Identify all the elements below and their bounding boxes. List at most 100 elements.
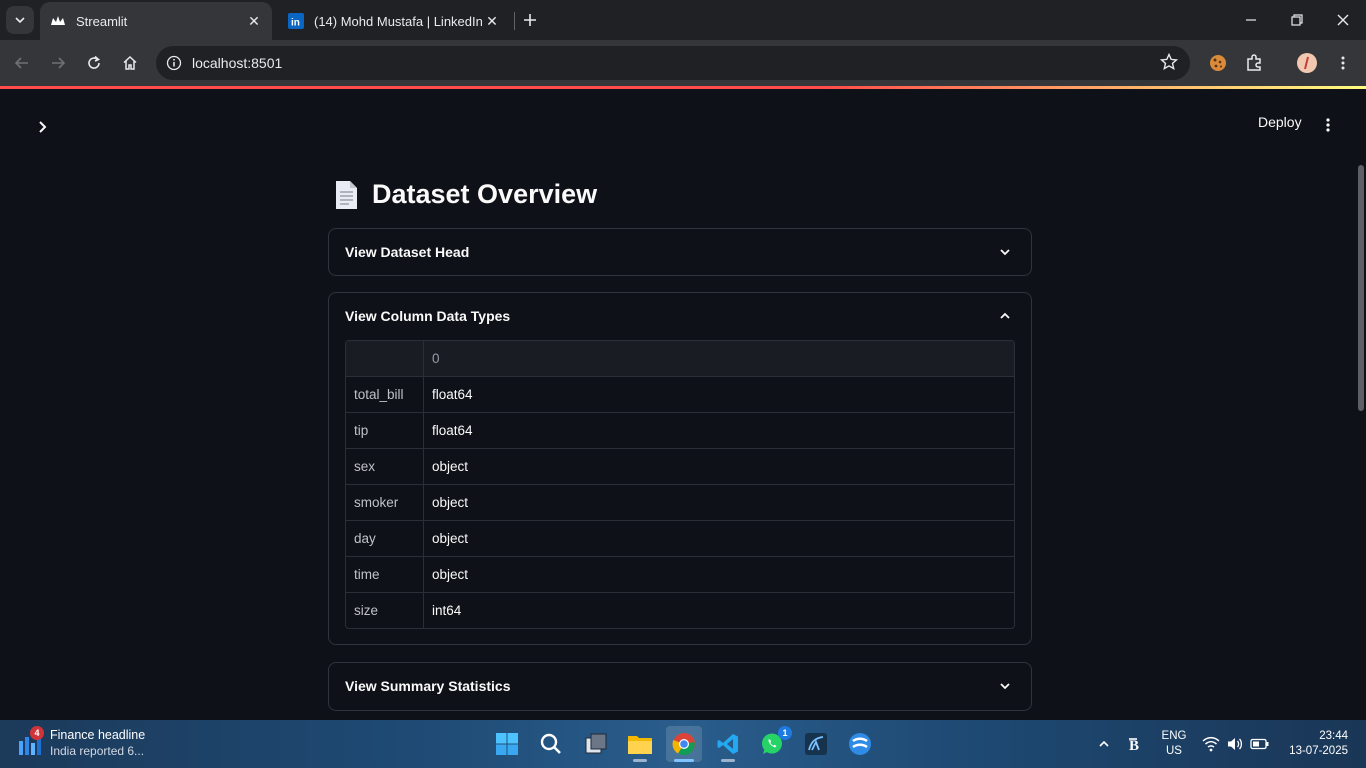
tab-search-button[interactable]	[6, 6, 34, 34]
profile-avatar-icon[interactable]	[1295, 51, 1319, 75]
app-button[interactable]	[842, 726, 878, 762]
cell-value[interactable]: float64	[424, 377, 1014, 412]
tab-title: Streamlit	[76, 13, 128, 29]
table-row: day object	[346, 521, 1014, 557]
vscode-icon	[717, 734, 738, 754]
browser-menu-icon[interactable]	[1331, 51, 1355, 75]
table-row: size int64	[346, 593, 1014, 628]
news-widget[interactable]: 4 Finance headline India reported 6...	[18, 726, 178, 762]
main-menu-button[interactable]	[1316, 113, 1340, 137]
tab-title: (14) Mohd Mustafa | LinkedIn	[314, 13, 482, 29]
kebab-menu-icon	[1326, 118, 1330, 132]
wifi-icon[interactable]	[1201, 734, 1221, 754]
vscode-button[interactable]	[710, 726, 746, 762]
column-header[interactable]: 0	[424, 341, 1014, 376]
chrome-icon	[672, 733, 695, 756]
expander-summary-statistics: View Summary Statistics	[328, 662, 1032, 711]
restore-icon	[1291, 14, 1303, 26]
expander-column-data-types: View Column Data Types 0 total_bill floa…	[328, 292, 1032, 645]
expander-label: View Dataset Head	[345, 244, 470, 260]
task-view-icon	[585, 733, 607, 754]
reload-icon	[88, 55, 100, 69]
cell-value[interactable]: object	[424, 557, 1014, 592]
plus-icon	[524, 14, 536, 26]
battery-icon[interactable]	[1250, 734, 1270, 754]
system-clock[interactable]: 23:44 13-07-2025	[1282, 729, 1348, 759]
cookie-extension-icon[interactable]	[1206, 51, 1230, 75]
show-hidden-icons-button[interactable]	[1094, 734, 1114, 754]
linkedin-icon: in	[288, 13, 304, 29]
restore-button[interactable]	[1274, 0, 1320, 40]
dtypes-dataframe[interactable]: 0 total_bill float64 tip float64 sex obj…	[345, 340, 1015, 629]
address-bar[interactable]: localhost:8501	[156, 46, 1190, 80]
chevron-up-icon	[1099, 740, 1109, 747]
page-scrollbar[interactable]	[1358, 165, 1364, 411]
table-row: time object	[346, 557, 1014, 593]
expander-header[interactable]: View Dataset Head	[329, 229, 1031, 275]
new-tab-button[interactable]	[518, 8, 542, 32]
deploy-button[interactable]: Deploy	[1250, 110, 1310, 134]
back-button[interactable]	[8, 49, 36, 77]
row-index: time	[346, 557, 424, 592]
expand-sidebar-button[interactable]	[30, 115, 54, 139]
index-header-cell	[346, 341, 424, 376]
site-info-icon[interactable]	[162, 51, 186, 75]
region-code: US	[1166, 745, 1182, 757]
mysql-workbench-button[interactable]	[798, 726, 834, 762]
tray-app-icon[interactable]: B	[1127, 734, 1147, 754]
reload-button[interactable]	[80, 49, 108, 77]
chevron-down-icon	[995, 676, 1015, 696]
expander-header[interactable]: View Column Data Types	[329, 293, 1031, 339]
whatsapp-button[interactable]: 1	[754, 726, 792, 762]
cell-value[interactable]: object	[424, 485, 1014, 520]
home-button[interactable]	[116, 49, 144, 77]
streamlit-crown-icon	[50, 13, 66, 29]
home-icon	[123, 55, 137, 70]
file-explorer-button[interactable]	[622, 726, 658, 762]
row-index: tip	[346, 413, 424, 448]
tab-streamlit[interactable]: Streamlit ✕	[40, 2, 272, 40]
cell-value[interactable]: float64	[424, 413, 1014, 448]
chrome-button[interactable]	[666, 726, 702, 762]
active-indicator	[674, 759, 694, 762]
expander-label: View Column Data Types	[345, 308, 511, 324]
chevron-right-icon	[39, 121, 47, 133]
minimize-button[interactable]	[1228, 0, 1274, 40]
running-indicator	[633, 759, 647, 762]
windows-taskbar: 4 Finance headline India reported 6... 1	[0, 720, 1366, 768]
streamlit-app: Deploy Dataset Overview View Dataset Hea…	[0, 89, 1366, 720]
clock-time: 23:44	[1319, 730, 1348, 742]
page-header: Dataset Overview	[332, 179, 597, 210]
volume-icon[interactable]	[1225, 734, 1245, 754]
file-explorer-icon	[628, 736, 652, 754]
table-row: smoker object	[346, 485, 1014, 521]
cell-value[interactable]: object	[424, 521, 1014, 556]
extensions-puzzle-icon[interactable]	[1242, 51, 1266, 75]
row-index: sex	[346, 449, 424, 484]
close-icon	[1337, 14, 1349, 26]
close-tab-icon[interactable]: ✕	[482, 11, 502, 31]
svg-text:in: in	[291, 18, 300, 29]
row-index: smoker	[346, 485, 424, 520]
row-index: day	[346, 521, 424, 556]
url-text: localhost:8501	[192, 55, 283, 71]
close-tab-icon[interactable]: ✕	[244, 11, 264, 31]
taskbar-search-button[interactable]	[533, 726, 569, 762]
bookmark-star-icon[interactable]	[1159, 52, 1179, 76]
search-icon	[540, 733, 561, 754]
page-facing-up-icon	[336, 180, 357, 209]
news-title: Finance headline	[50, 728, 146, 742]
app-icon	[849, 733, 871, 755]
start-button[interactable]	[489, 726, 525, 762]
task-view-button[interactable]	[578, 726, 614, 762]
cell-value[interactable]: object	[424, 449, 1014, 484]
cell-value[interactable]: int64	[424, 593, 1014, 628]
chevron-down-icon	[995, 242, 1015, 262]
minimize-icon	[1246, 19, 1256, 21]
tab-linkedin[interactable]: in (14) Mohd Mustafa | LinkedIn ✕	[278, 2, 510, 40]
forward-button[interactable]	[44, 49, 72, 77]
clock-date: 13-07-2025	[1289, 745, 1348, 757]
expander-header[interactable]: View Summary Statistics	[329, 663, 1031, 709]
input-language-indicator[interactable]: ENG US	[1160, 729, 1188, 759]
close-window-button[interactable]	[1320, 0, 1366, 40]
